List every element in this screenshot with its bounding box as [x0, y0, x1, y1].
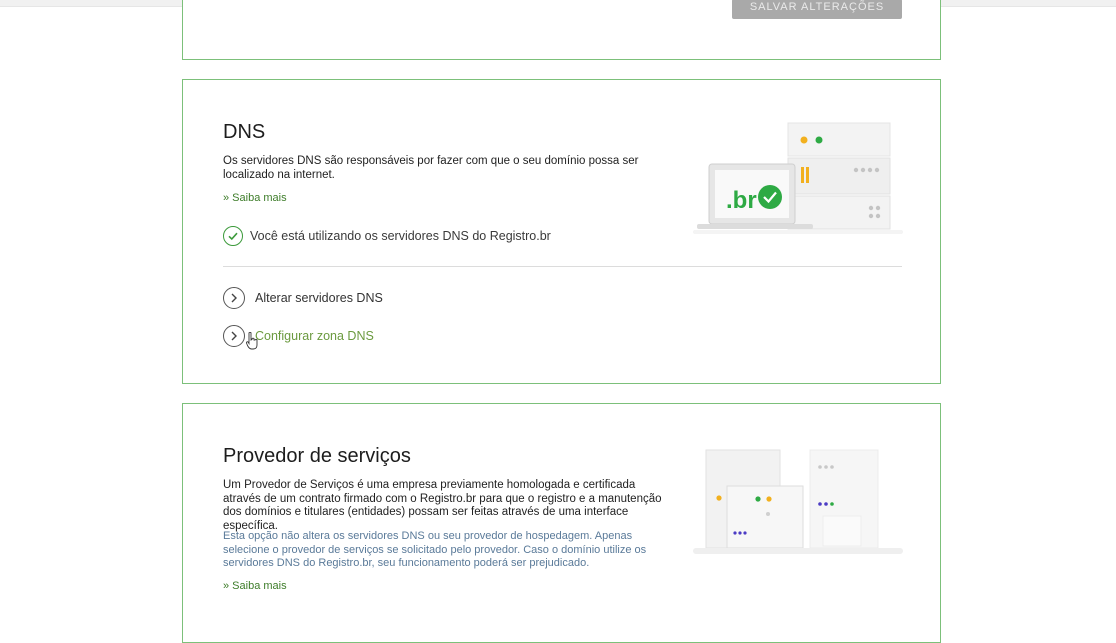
dns-illustration: .br [693, 122, 903, 234]
change-dns-servers-action[interactable]: Alterar servidores DNS [223, 287, 383, 309]
provider-illustration [693, 449, 903, 554]
check-circle-icon [223, 226, 243, 246]
hand-cursor-icon [246, 332, 258, 350]
chevron-right-icon [223, 325, 245, 347]
save-changes-button[interactable]: SALVAR ALTERAÇÕES [732, 0, 902, 19]
provider-description: Um Provedor de Serviços é uma empresa pr… [223, 479, 662, 532]
chevron-right-icon [223, 287, 245, 309]
dns-status-text: Você está utilizando os servidores DNS d… [250, 229, 551, 243]
previous-settings-card: SALVAR ALTERAÇÕES [182, 0, 941, 60]
configure-dns-zone-label: Configurar zona DNS [255, 329, 374, 343]
divider [223, 266, 902, 267]
dns-learn-more-link[interactable]: » Saiba mais [223, 192, 287, 204]
change-dns-servers-label: Alterar servidores DNS [255, 291, 383, 305]
svg-text:.br: .br [726, 187, 757, 214]
dns-title: DNS [223, 121, 266, 143]
dns-card: DNS Os servidores DNS são responsáveis p… [182, 79, 941, 384]
provider-learn-more-link[interactable]: » Saiba mais [223, 580, 287, 592]
provider-note: Esta opção não altera os servidores DNS … [223, 530, 647, 569]
dns-status: Você está utilizando os servidores DNS d… [223, 226, 551, 246]
provider-title: Provedor de serviços [223, 445, 411, 467]
dns-description: Os servidores DNS são responsáveis por f… [223, 155, 639, 181]
service-provider-card: Provedor de serviços Um Provedor de Serv… [182, 403, 941, 643]
